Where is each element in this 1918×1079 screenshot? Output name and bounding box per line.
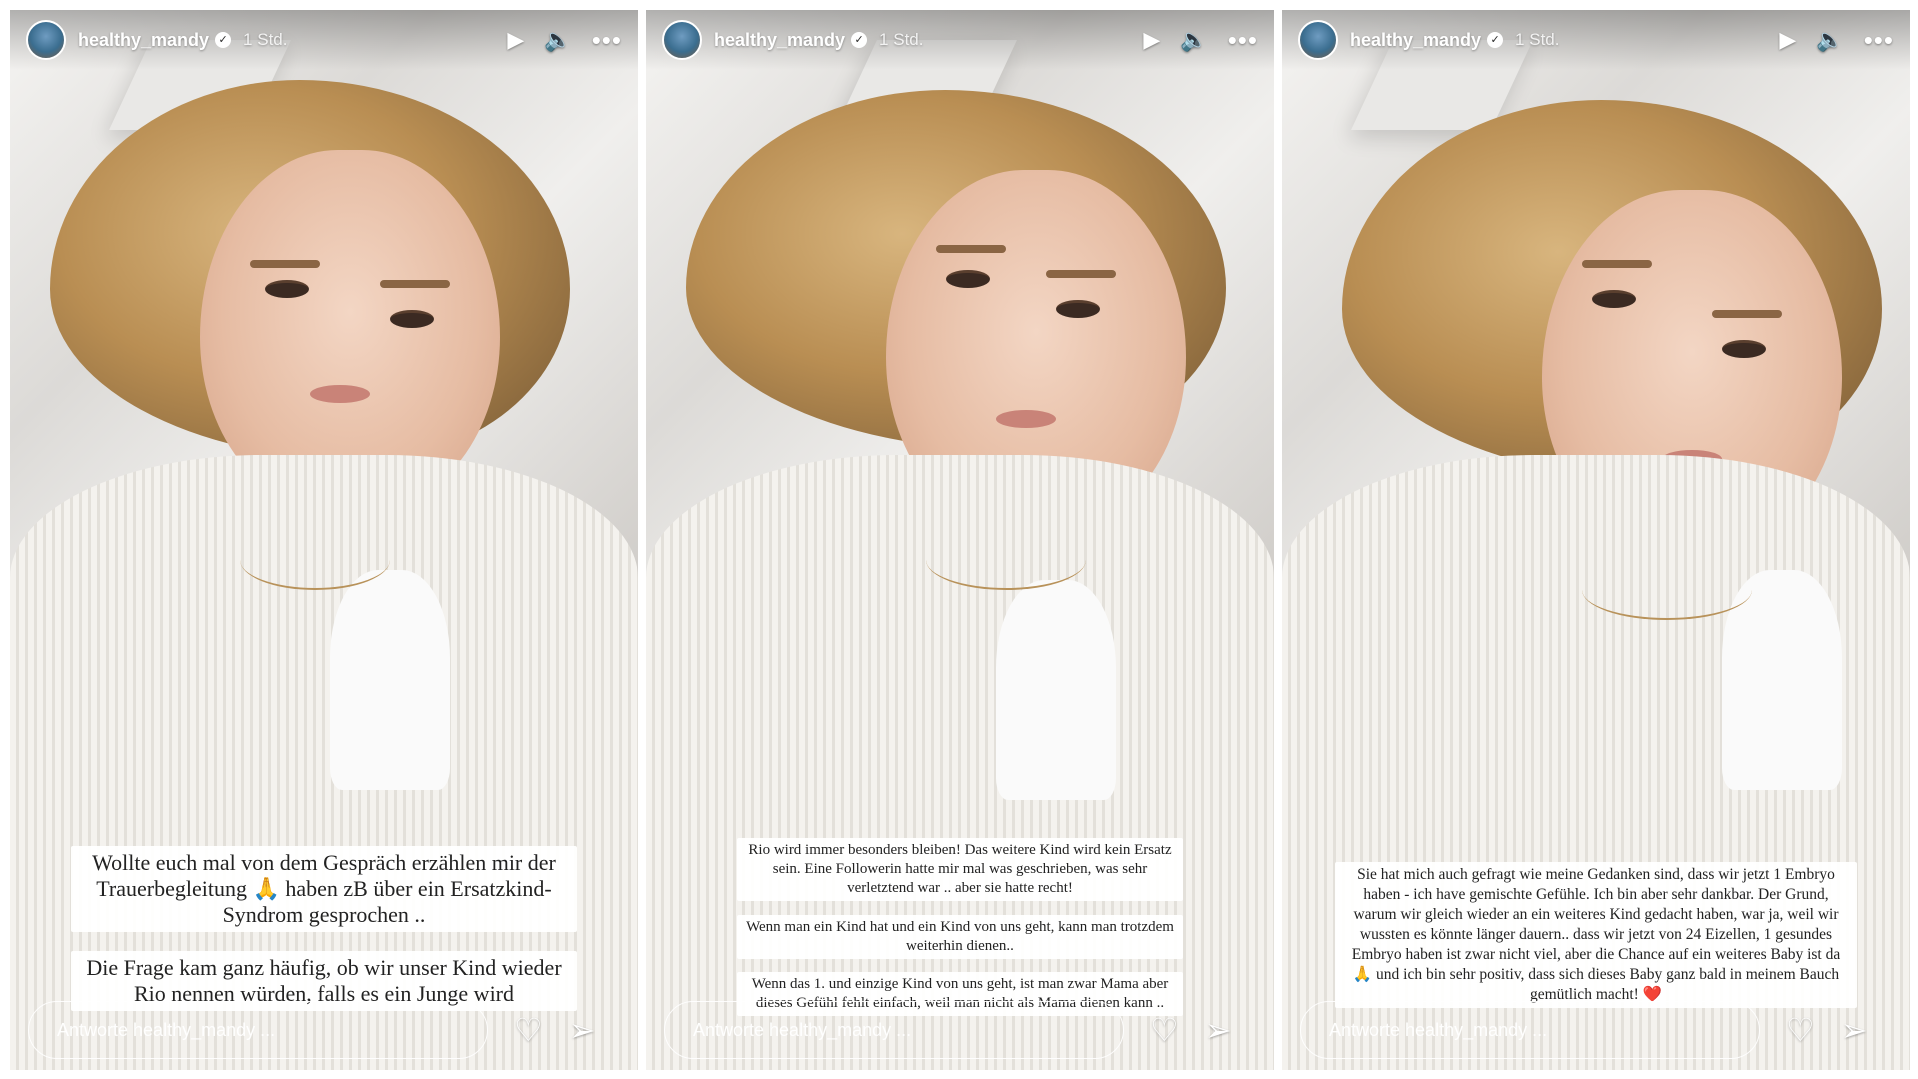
story-panel-2[interactable]: healthy_mandy ✓ 1 Std. ▶ 🔈 ••• Rio wird … bbox=[646, 10, 1274, 1070]
reply-input[interactable] bbox=[28, 1001, 488, 1059]
story-controls: ▶ 🔈 ••• bbox=[1143, 27, 1258, 53]
left-eyebrow bbox=[936, 245, 1006, 253]
left-eye bbox=[946, 270, 990, 288]
username[interactable]: healthy_mandy bbox=[78, 30, 209, 51]
reply-input[interactable] bbox=[1300, 1001, 1760, 1059]
story-header: healthy_mandy ✓ 1 Std. ▶ 🔈 ••• bbox=[646, 10, 1274, 70]
avatar[interactable] bbox=[662, 20, 702, 60]
right-eyebrow bbox=[380, 280, 450, 288]
username[interactable]: healthy_mandy bbox=[1350, 30, 1481, 51]
story-controls: ▶ 🔈 ••• bbox=[1779, 27, 1894, 53]
necklace bbox=[926, 530, 1086, 590]
volume-icon[interactable]: 🔈 bbox=[1180, 28, 1207, 52]
story-caption: Sie hat mich auch gefragt wie meine Geda… bbox=[1335, 862, 1857, 1008]
right-eye bbox=[390, 310, 434, 328]
send-icon[interactable]: ➢ bbox=[1205, 1014, 1232, 1046]
more-icon[interactable]: ••• bbox=[592, 27, 622, 53]
story-header: healthy_mandy ✓ 1 Std. ▶ 🔈 ••• bbox=[10, 10, 638, 70]
username[interactable]: healthy_mandy bbox=[714, 30, 845, 51]
necklace bbox=[1582, 560, 1752, 620]
post-time: 1 Std. bbox=[243, 30, 288, 49]
story-panel-3[interactable]: healthy_mandy ✓ 1 Std. ▶ 🔈 ••• Sie hat m… bbox=[1282, 10, 1910, 1070]
volume-icon[interactable]: 🔈 bbox=[1816, 28, 1843, 52]
right-eye bbox=[1722, 340, 1766, 358]
story-controls: ▶ 🔈 ••• bbox=[507, 27, 622, 53]
more-icon[interactable]: ••• bbox=[1864, 27, 1894, 53]
play-icon[interactable]: ▶ bbox=[1143, 28, 1160, 52]
story-footer: ♡ ➢ bbox=[10, 990, 638, 1070]
story-panel-1[interactable]: healthy_mandy ✓ 1 Std. ▶ 🔈 ••• Wollte eu… bbox=[10, 10, 638, 1070]
tank-top bbox=[330, 570, 450, 790]
story-header: healthy_mandy ✓ 1 Std. ▶ 🔈 ••• bbox=[1282, 10, 1910, 70]
lips bbox=[310, 385, 370, 403]
more-icon[interactable]: ••• bbox=[1228, 27, 1258, 53]
play-icon[interactable]: ▶ bbox=[507, 28, 524, 52]
verified-badge-icon: ✓ bbox=[851, 32, 868, 48]
post-time: 1 Std. bbox=[879, 30, 924, 49]
story-caption: Rio wird immer besonders bleiben! Das we… bbox=[737, 838, 1183, 901]
lips bbox=[996, 410, 1056, 428]
left-eyebrow bbox=[250, 260, 320, 268]
story-caption: Wenn man ein Kind hat und ein Kind von u… bbox=[737, 915, 1183, 959]
heart-icon[interactable]: ♡ bbox=[1786, 1014, 1815, 1046]
post-time: 1 Std. bbox=[1515, 30, 1560, 49]
avatar[interactable] bbox=[1298, 20, 1338, 60]
heart-icon[interactable]: ♡ bbox=[514, 1014, 543, 1046]
necklace bbox=[240, 530, 390, 590]
story-footer: ♡ ➢ bbox=[1282, 990, 1910, 1070]
story-footer: ♡ ➢ bbox=[646, 990, 1274, 1070]
verified-badge-icon: ✓ bbox=[215, 32, 232, 48]
send-icon[interactable]: ➢ bbox=[569, 1014, 596, 1046]
left-eyebrow bbox=[1582, 260, 1652, 268]
volume-icon[interactable]: 🔈 bbox=[544, 28, 571, 52]
right-eyebrow bbox=[1712, 310, 1782, 318]
left-eye bbox=[1592, 290, 1636, 308]
tank-top bbox=[996, 580, 1116, 800]
avatar[interactable] bbox=[26, 20, 66, 60]
play-icon[interactable]: ▶ bbox=[1779, 28, 1796, 52]
heart-icon[interactable]: ♡ bbox=[1150, 1014, 1179, 1046]
verified-badge-icon: ✓ bbox=[1487, 32, 1504, 48]
send-icon[interactable]: ➢ bbox=[1841, 1014, 1868, 1046]
right-eyebrow bbox=[1046, 270, 1116, 278]
reply-input[interactable] bbox=[664, 1001, 1124, 1059]
right-eye bbox=[1056, 300, 1100, 318]
story-caption: Wollte euch mal von dem Gespräch erzähle… bbox=[71, 846, 577, 932]
left-eye bbox=[265, 280, 309, 298]
